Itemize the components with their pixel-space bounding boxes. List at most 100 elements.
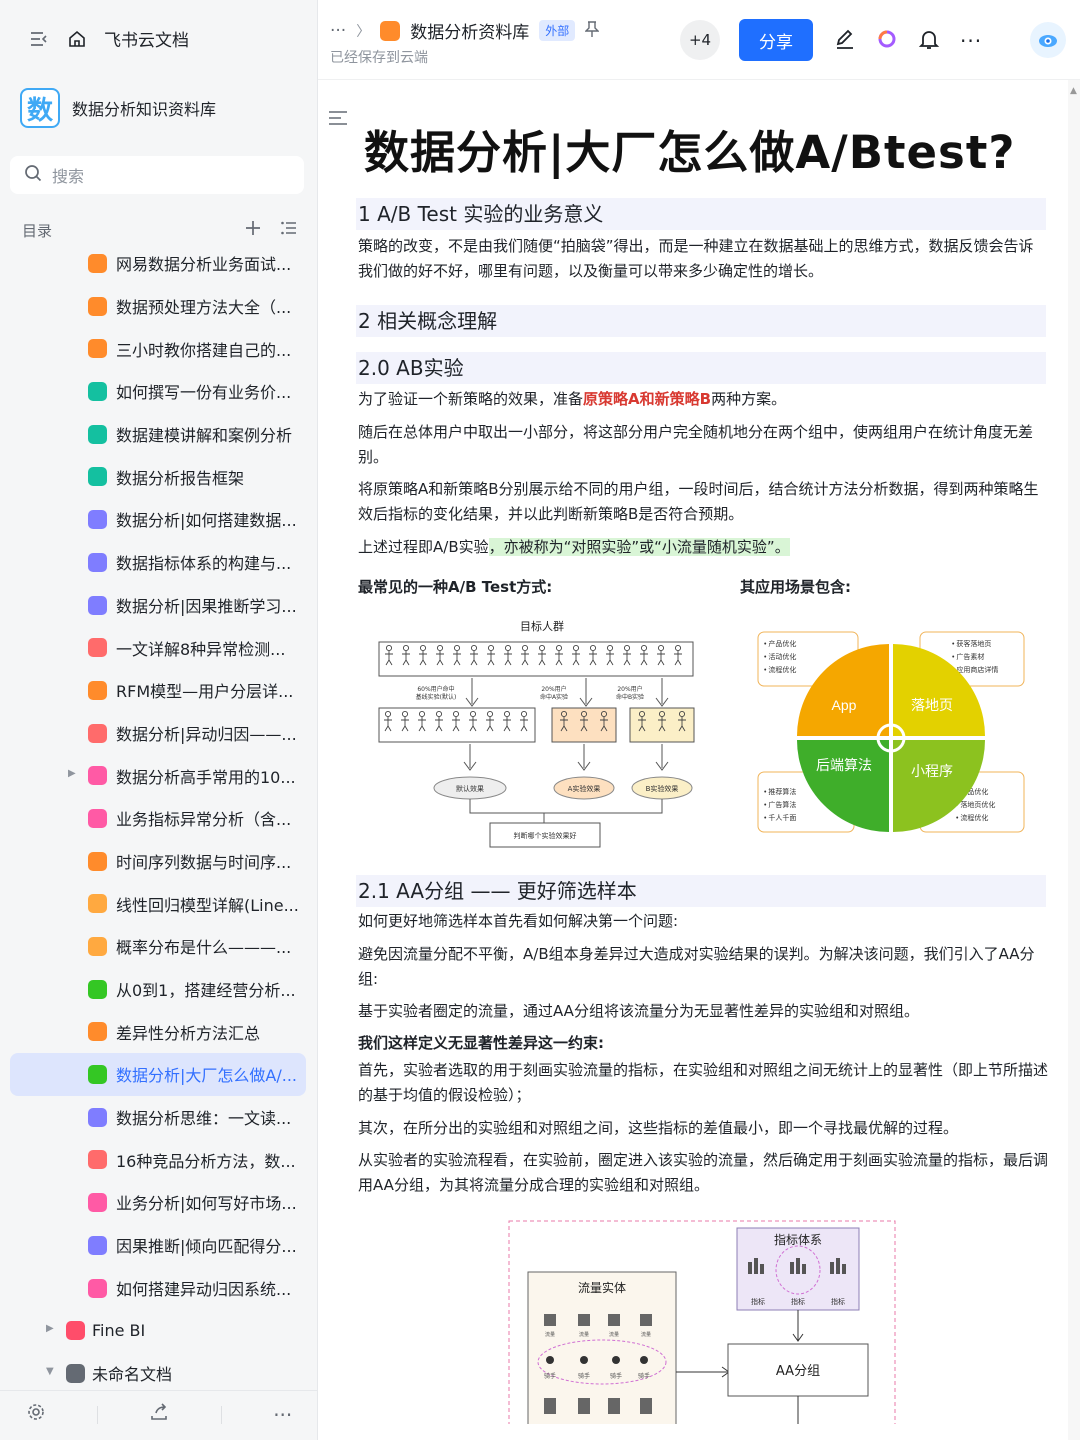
doc-icon [88, 595, 107, 615]
more-options-icon[interactable]: ··· [273, 1403, 292, 1427]
doc-icon [88, 339, 107, 359]
home-label[interactable]: 飞书云文档 [104, 26, 189, 51]
edit-icon[interactable] [834, 28, 856, 54]
paragraph[interactable]: 其次，在所分出的实验组和对照组之间，这些指标的差值最小，即一个寻找最优解的过程。 [358, 1116, 1048, 1141]
doc-icon [88, 979, 107, 999]
sidebar-doc-item[interactable]: 业务分析|如何写好市场... [10, 1181, 306, 1224]
sidebar-doc-item[interactable]: ▼ 未命名文档 [10, 1352, 306, 1395]
pin-icon[interactable] [584, 20, 600, 41]
sidebar-doc-label: 数据分析|因果推断学习... [116, 596, 297, 616]
sidebar-doc-label: 网易数据分析业务面试... [116, 255, 292, 275]
quadrant-miniapp: 小程序 [911, 763, 953, 779]
sidebar-doc-item[interactable]: 从0到1，搭建经营分析... [10, 968, 306, 1011]
paragraph[interactable]: 随后在总体用户中取出一小部分，将这部分用户完全随机地分在两个组中，使两组用户在统… [358, 420, 1048, 470]
paragraph[interactable]: 为了验证一个新策略的效果，准备原策略A和新策略B两种方案。 [358, 387, 1048, 412]
home-icon[interactable] [66, 28, 88, 50]
svg-text:A实验效果: A实验效果 [568, 784, 601, 793]
app-window: { "sidebar": { "home_label": "飞书云文档", "s… [0, 0, 1080, 1440]
sidebar-doc-item[interactable]: 数据分析|大厂怎么做A/... [10, 1053, 306, 1096]
space-name: 数据分析知识资料库 [72, 100, 217, 119]
paragraph[interactable]: 首先，实验者选取的用于刻画实验流量的指标，在实验组和对照组之间无统计上的显著性（… [358, 1058, 1048, 1108]
scenario-diagram: • 产品优化• 活动优化• 流程优化 • 获客落地页• 广告素材• 应用商店详情… [757, 631, 1025, 833]
paragraph-bold[interactable]: 我们这样定义无显著性差异这一约束: [358, 1031, 1048, 1056]
svg-text:骑手: 骑手 [578, 1372, 590, 1380]
caret-right-icon[interactable]: ▶ [46, 1323, 54, 1334]
doc-icon [88, 680, 107, 700]
sidebar-doc-item[interactable]: 16种竞品分析方法，数... [10, 1138, 306, 1181]
doc-icon [88, 723, 107, 743]
sidebar-doc-label: 16种竞品分析方法，数... [116, 1151, 296, 1171]
highlight-mark: ，亦被称为“对照实验”或“小流量随机实验”。 [488, 538, 790, 556]
sidebar-doc-item[interactable]: 因果推断|倾向匹配得分... [10, 1224, 306, 1267]
sidebar-doc-label: 业务指标异常分析（含... [116, 810, 292, 830]
svg-text:流量: 流量 [609, 1331, 619, 1338]
sidebar-doc-label: 从0到1，搭建经营分析... [116, 981, 296, 1001]
outline-icon[interactable] [328, 110, 348, 130]
add-icon[interactable] [244, 218, 262, 243]
share-out-icon[interactable] [149, 1402, 169, 1427]
doc-icon [88, 1022, 107, 1042]
heading-1[interactable]: 1 A/B Test 实验的业务意义 [356, 198, 1046, 230]
sidebar-doc-item[interactable]: 三小时教你搭建自己的... [10, 327, 306, 370]
sidebar-doc-item[interactable]: ▶ 数据分析高手常用的10... [10, 754, 306, 797]
doc-icon [88, 937, 107, 956]
sidebar-doc-item[interactable]: 一文详解8种异常检测... [10, 626, 306, 669]
doc-icon [88, 424, 107, 444]
sidebar-doc-label: 如何撰写一份有业务价... [116, 383, 292, 403]
paragraph[interactable]: 从实验者的实验流程看，在实验前，圈定进入该实验的流量，然后确定用于刻画实验流量的… [358, 1148, 1048, 1198]
doc-icon [88, 1150, 107, 1170]
scroll-up-icon[interactable]: ▲ [1070, 86, 1079, 96]
doc-breadcrumb-title[interactable]: 数据分析资料库 [410, 18, 529, 43]
svg-text:• 获客落地页: • 获客落地页 [952, 639, 991, 648]
sidebar-doc-item[interactable]: 网易数据分析业务面试... [10, 242, 306, 285]
sidebar-doc-item[interactable]: 如何撰写一份有业务价... [10, 370, 306, 413]
collaborators-count[interactable]: +4 [680, 20, 720, 60]
sidebar-doc-item[interactable]: 数据分析思维：一文读... [10, 1096, 306, 1139]
svg-text:• 流程优化: • 流程优化 [764, 665, 796, 674]
sidebar-doc-item[interactable]: 数据预处理方法大全（... [10, 285, 306, 328]
paragraph[interactable]: 策略的改变，不是由我们随便“拍脑袋”得出，而是一种建立在数据基础上的思维方式，数… [358, 234, 1048, 284]
sidebar-doc-item[interactable]: 数据分析|异动归因——... [10, 712, 306, 755]
paragraph[interactable]: 将原策略A和新策略B分别展示给不同的用户组，一段时间后，结合统计方法分析数据，得… [358, 477, 1048, 527]
list-view-icon[interactable] [280, 218, 298, 243]
doc-title[interactable]: 数据分析|大厂怎么做A/Btest? [364, 116, 1015, 181]
sidebar-doc-item[interactable]: 数据建模讲解和案例分析 [10, 413, 306, 456]
sidebar-doc-item[interactable]: 如何搭建异动归因系统... [10, 1267, 306, 1310]
search-input[interactable]: 搜索 [10, 156, 304, 194]
sidebar-doc-item[interactable]: ▶ Fine BI [10, 1309, 306, 1352]
sidebar-doc-item[interactable]: 数据分析|如何搭建数据... [10, 498, 306, 541]
sidebar-doc-item[interactable]: 数据指标体系的构建与... [10, 541, 306, 584]
bell-icon[interactable] [918, 28, 940, 54]
quadrant-backend: 后端算法 [816, 757, 872, 773]
sidebar-doc-item[interactable]: 时间序列数据与时间序... [10, 840, 306, 883]
settings-icon[interactable] [26, 1402, 46, 1427]
heading-2-1[interactable]: 2.1 AA分组 —— 更好筛选样本 [356, 875, 1046, 907]
chevron-right-icon: 〉 [356, 23, 371, 40]
ai-assistant-icon[interactable] [876, 28, 898, 54]
heading-2[interactable]: 2 相关概念理解 [356, 305, 1046, 337]
paragraph[interactable]: 基于实验者圈定的流量，通过AA分组将该流量分为无显著性差异的实验组和对照组。 [358, 999, 1048, 1024]
caret-right-icon[interactable]: ▶ [68, 768, 76, 779]
paragraph[interactable]: 避免因流量分配不平衡，A/B组本身差异过大造成对实验结果的误判。为解决该问题，我… [358, 942, 1048, 992]
paragraph[interactable]: 上述过程即A/B实验，亦被称为“对照实验”或“小流量随机实验”。 [358, 535, 1048, 560]
svg-text:20%用户: 20%用户 [617, 685, 642, 693]
space-header[interactable]: 数 数据分析知识资料库 [20, 88, 216, 128]
sidebar-doc-item[interactable]: 业务指标异常分析（含... [10, 797, 306, 840]
share-button[interactable]: 分享 [739, 19, 813, 61]
scrollbar[interactable] [1068, 80, 1080, 1440]
paragraph[interactable]: 如何更好地筛选样本首先看如何解决第一个问题: [358, 909, 1048, 934]
sidebar-doc-item[interactable]: 数据分析|因果推断学习... [10, 584, 306, 627]
doc-header: ··· 〉 数据分析资料库 外部 已经保存到云端 +4 分享 ··· [318, 0, 1080, 80]
svg-text:骑手: 骑手 [610, 1372, 622, 1380]
more-icon[interactable]: ··· [960, 29, 982, 53]
collapse-sidebar-icon[interactable] [28, 28, 50, 50]
sidebar-doc-item[interactable]: 数据分析报告框架 [10, 455, 306, 498]
sidebar-doc-item[interactable]: 差异性分析方法汇总 [10, 1010, 306, 1053]
heading-2-0[interactable]: 2.0 AB实验 [356, 352, 1046, 384]
caret-down-icon[interactable]: ▼ [46, 1366, 54, 1377]
copilot-icon[interactable] [1030, 22, 1066, 58]
breadcrumb-more[interactable]: ··· [330, 21, 346, 41]
sidebar-doc-item[interactable]: 概率分布是什么———... [10, 925, 306, 968]
sidebar-doc-item[interactable]: RFM模型—用户分层详... [10, 669, 306, 712]
sidebar-doc-item[interactable]: 线性回归模型详解(Line... [10, 882, 306, 925]
